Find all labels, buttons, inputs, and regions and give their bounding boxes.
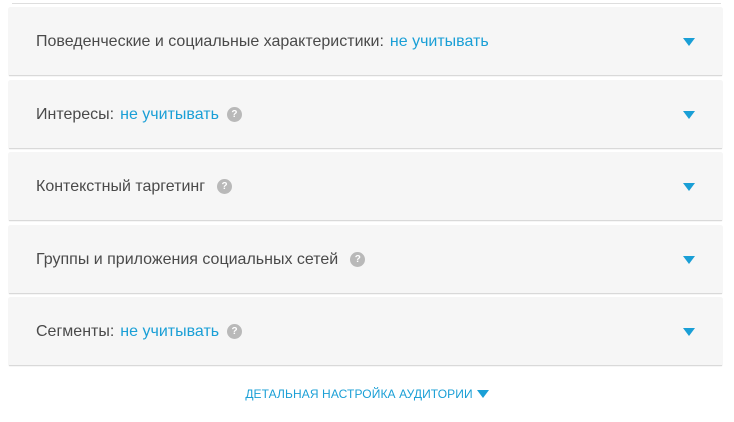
chevron-down-icon[interactable]	[683, 110, 695, 119]
panel-title: Интересы: не учитывать ?	[36, 106, 242, 124]
panel-behavior-social[interactable]: Поведенческие и социальные характеристик…	[9, 8, 722, 76]
panel-label: Интересы:	[36, 105, 115, 123]
help-icon[interactable]: ?	[226, 107, 242, 122]
panel-value-link[interactable]: не учитывать	[120, 106, 219, 124]
caret-down-icon	[476, 390, 489, 398]
panel-value-link[interactable]: не учитывать	[120, 323, 219, 341]
chevron-down-icon[interactable]	[683, 37, 695, 46]
chevron-down-icon[interactable]	[683, 255, 695, 264]
top-divider	[12, 0, 721, 4]
detailed-audience-settings-link[interactable]: ДЕТАЛЬНАЯ НАСТРОЙКА АУДИТОРИИ	[0, 387, 734, 401]
panel-interests[interactable]: Интересы: не учитывать ?	[9, 81, 722, 149]
panel-segments[interactable]: Сегменты: не учитывать ?	[9, 298, 722, 366]
panel-groups-apps[interactable]: Группы и приложения социальных сетей ?	[9, 226, 722, 294]
panel-title: Поведенческие и социальные характеристик…	[36, 33, 489, 51]
help-icon[interactable]: ?	[350, 252, 366, 267]
panel-title: Сегменты: не учитывать ?	[36, 322, 243, 341]
detailed-audience-settings-label: ДЕТАЛЬНАЯ НАСТРОЙКА АУДИТОРИИ	[245, 387, 473, 401]
panel-title: Контекстный таргетинг ?	[36, 177, 233, 196]
panel-label: Поведенческие и социальные характеристик…	[36, 32, 384, 50]
help-icon[interactable]: ?	[217, 179, 233, 194]
panel-label: Сегменты:	[36, 322, 115, 340]
panel-title: Группы и приложения социальных сетей ?	[36, 250, 366, 269]
panel-context-targeting[interactable]: Контекстный таргетинг ?	[9, 153, 722, 221]
help-icon[interactable]: ?	[227, 324, 243, 339]
panel-value-link[interactable]: не учитывать	[390, 33, 489, 51]
panel-label: Контекстный таргетинг	[36, 177, 206, 195]
chevron-down-icon[interactable]	[683, 327, 695, 336]
panel-label: Группы и приложения социальных сетей	[36, 250, 339, 268]
chevron-down-icon[interactable]	[683, 182, 695, 191]
